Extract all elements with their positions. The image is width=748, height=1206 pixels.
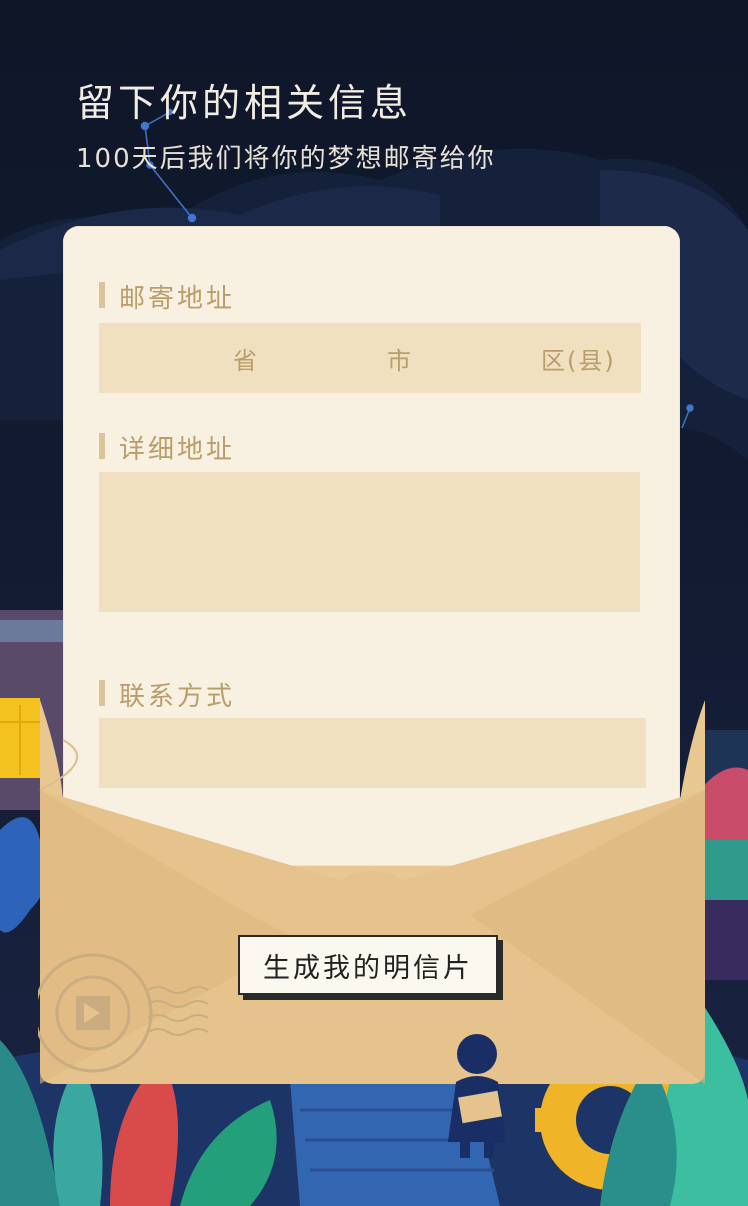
postcard-page: 留下你的相关信息 100天后我们将你的梦想邮寄给你 邮寄地址 省 市 区(县) … [0,0,748,1206]
stamp-icon [38,953,209,1073]
person-figure-icon [448,1034,506,1158]
generate-postcard-button[interactable]: 生成我的明信片 [238,935,498,995]
